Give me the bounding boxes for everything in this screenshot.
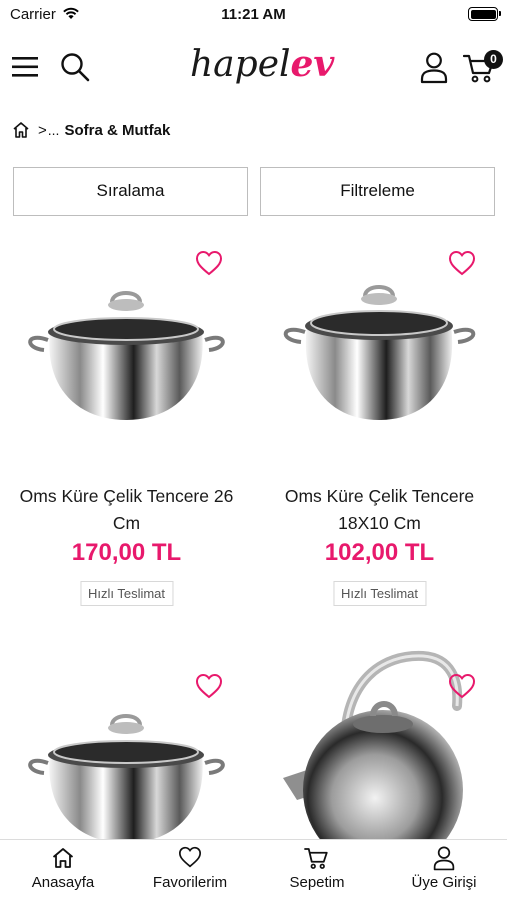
app-header: hapelev 0 <box>0 40 507 100</box>
favorite-heart-icon[interactable] <box>448 673 476 699</box>
breadcrumb-current: Sofra & Mutfak <box>64 121 171 139</box>
filter-button[interactable]: Filtreleme <box>260 167 495 216</box>
tab-cart-label: Sepetim <box>289 874 345 891</box>
product-name[interactable]: Oms Küre Çelik Tencere 26 Cm <box>8 483 245 537</box>
home-icon <box>52 848 74 868</box>
listing-controls: Sıralama Filtreleme <box>13 167 496 216</box>
product-image[interactable] <box>273 270 486 450</box>
product-image[interactable] <box>20 270 233 450</box>
cart-button[interactable]: 0 <box>462 50 503 88</box>
clock: 11:21 AM <box>221 6 286 23</box>
fast-delivery-badge: Hızlı Teslimat <box>332 581 427 606</box>
fast-delivery-badge: Hızlı Teslimat <box>79 581 174 606</box>
cart-icon <box>304 848 328 869</box>
home-icon[interactable] <box>12 121 30 139</box>
bottom-tab-bar: Anasayfa Favorilerim Sepetim Üye Girişi <box>0 839 507 900</box>
product-price: 102,00 TL <box>324 539 435 566</box>
product-price: 170,00 TL <box>71 539 182 566</box>
tab-home-label: Anasayfa <box>31 874 95 891</box>
search-icon[interactable] <box>60 52 90 82</box>
tab-cart[interactable]: Sepetim <box>254 840 380 900</box>
tab-home[interactable]: Anasayfa <box>0 840 126 900</box>
product-card[interactable]: Oms Küre Çelik Tencere 26 Cm 170,00 TL H… <box>0 240 253 640</box>
tab-favorites-label: Favorilerim <box>152 874 228 891</box>
breadcrumb: > ... Sofra & Mutfak <box>12 118 170 142</box>
tab-account[interactable]: Üye Girişi <box>381 840 507 900</box>
cart-count-badge: 0 <box>484 50 503 69</box>
product-name[interactable]: Oms Küre Çelik Tencere 18X10 Cm <box>261 483 498 537</box>
heart-icon <box>178 846 202 868</box>
tab-favorites[interactable]: Favorilerim <box>127 840 253 900</box>
battery-icon <box>468 7 501 21</box>
breadcrumb-separator: > <box>38 121 47 139</box>
product-card[interactable]: Oms Küre Çelik Tencere 18X10 Cm 102,00 T… <box>253 240 506 640</box>
user-icon[interactable] <box>420 52 448 84</box>
breadcrumb-ellipsis[interactable]: ... <box>48 122 60 138</box>
product-image[interactable] <box>20 693 233 840</box>
brand-logo[interactable]: hapelev <box>190 44 334 85</box>
tab-account-label: Üye Girişi <box>411 874 477 891</box>
menu-icon[interactable] <box>12 56 38 78</box>
sort-button[interactable]: Sıralama <box>13 167 248 216</box>
product-card[interactable] <box>253 650 506 840</box>
product-grid: Oms Küre Çelik Tencere 26 Cm 170,00 TL H… <box>0 240 507 840</box>
status-bar: Carrier 11:21 AM <box>0 0 507 30</box>
product-card[interactable] <box>0 663 253 840</box>
user-icon <box>433 846 455 871</box>
